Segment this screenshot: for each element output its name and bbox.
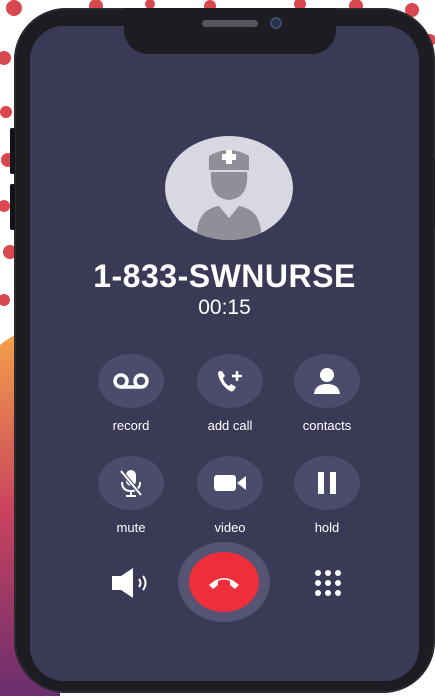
video-camera-icon — [214, 475, 246, 491]
earpiece-speaker — [202, 20, 258, 27]
phone-notch — [124, 8, 336, 54]
nurse-avatar-icon — [196, 150, 262, 240]
hold-label: hold — [314, 520, 340, 535]
contacts-label: contacts — [302, 418, 352, 433]
add-call-icon — [218, 371, 242, 392]
hold-button-circle[interactable] — [294, 456, 360, 510]
video-button-circle[interactable] — [197, 456, 263, 510]
end-call-button[interactable] — [178, 542, 270, 622]
contacts-button-circle[interactable] — [294, 354, 360, 408]
mute-button[interactable]: mute — [81, 456, 181, 535]
mute-button-circle[interactable] — [98, 456, 164, 510]
video-button[interactable]: video — [180, 456, 280, 535]
phone-side-button — [10, 128, 15, 174]
end-call-icon — [209, 578, 239, 589]
keypad-button[interactable] — [310, 566, 346, 600]
caller-avatar — [165, 136, 293, 240]
record-button[interactable]: record — [81, 354, 181, 433]
call-timer: 00:15 — [198, 296, 251, 319]
caller-number: 1-833-SWNURSE — [93, 258, 356, 294]
add-call-button[interactable]: add call — [180, 354, 280, 433]
voicemail-icon — [113, 373, 149, 389]
add-call-label: add call — [207, 418, 253, 433]
end-call-button-inner[interactable] — [189, 552, 259, 612]
video-label: video — [214, 520, 246, 535]
pause-icon — [318, 472, 336, 494]
mic-muted-icon — [119, 469, 143, 497]
add-call-button-circle[interactable] — [197, 354, 263, 408]
record-label: record — [112, 418, 150, 433]
person-icon — [314, 368, 340, 394]
mute-label: mute — [116, 520, 146, 535]
phone-side-button — [10, 184, 15, 230]
speaker-button[interactable] — [110, 566, 154, 600]
front-camera — [270, 17, 282, 29]
speaker-icon — [112, 568, 147, 598]
contacts-button[interactable]: contacts — [277, 354, 377, 433]
keypad-icon — [315, 570, 341, 596]
hold-button[interactable]: hold — [277, 456, 377, 535]
record-button-circle[interactable] — [98, 354, 164, 408]
